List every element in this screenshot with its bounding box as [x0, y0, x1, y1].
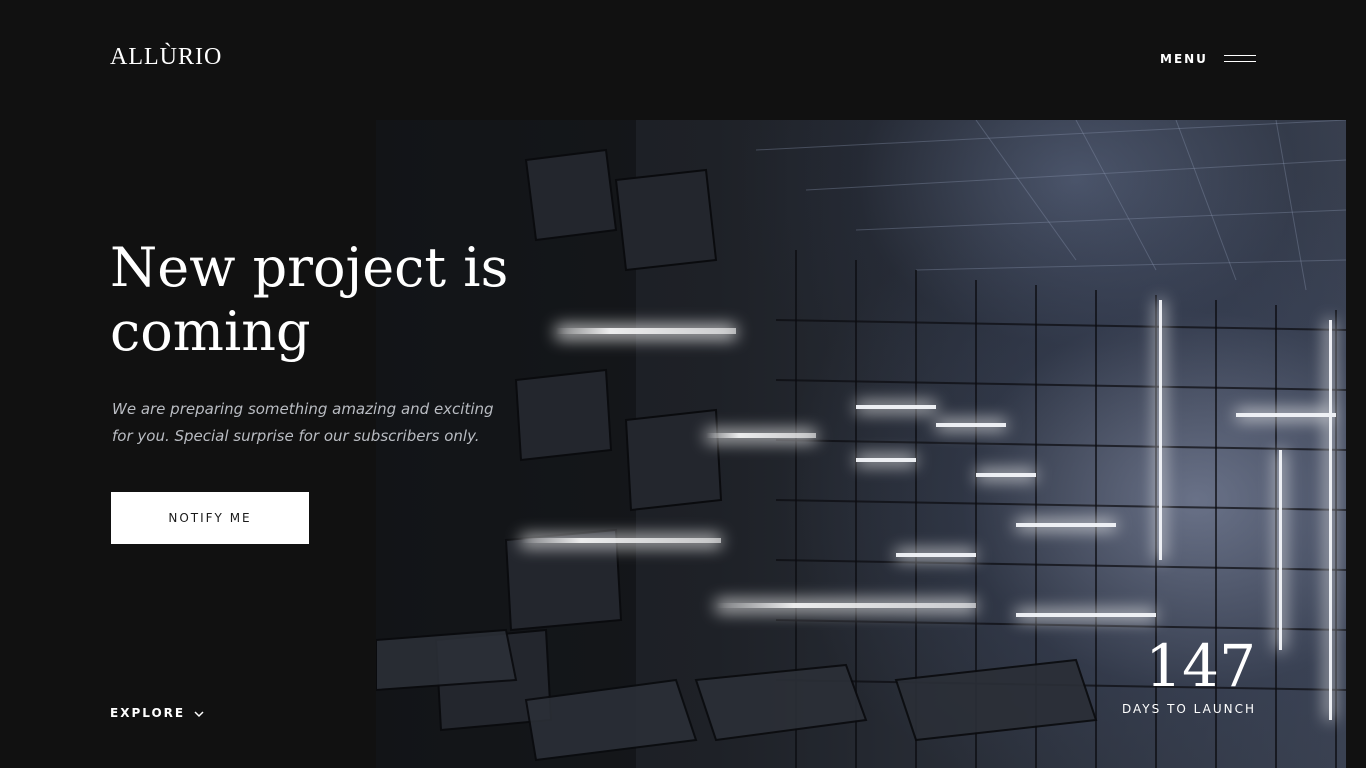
- menu-button[interactable]: MENU: [1160, 52, 1256, 66]
- countdown-label: DAYS TO LAUNCH: [1122, 702, 1256, 716]
- chevron-down-icon: [193, 707, 205, 719]
- hero-subtitle: We are preparing something amazing and e…: [112, 400, 494, 445]
- brand-logo[interactable]: ALLÙRIO: [110, 44, 222, 71]
- notify-me-button[interactable]: NOTIFY ME: [111, 492, 309, 544]
- page-title: New project is coming: [110, 236, 509, 363]
- hamburger-icon: [1223, 55, 1256, 63]
- explore-label: EXPLORE: [110, 706, 186, 720]
- explore-link[interactable]: EXPLORE: [110, 706, 205, 720]
- launch-countdown: 147 DAYS TO LAUNCH: [1122, 634, 1256, 716]
- menu-label: MENU: [1160, 52, 1208, 66]
- countdown-days: 147: [1145, 632, 1256, 700]
- coming-soon-page: ALLÙRIO MENU New project is coming We ar…: [0, 0, 1366, 768]
